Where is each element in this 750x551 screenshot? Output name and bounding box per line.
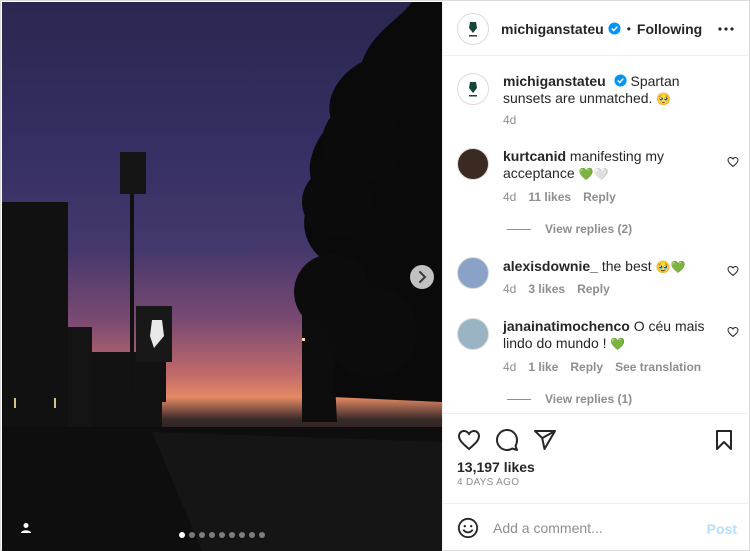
replies-divider [507, 228, 531, 230]
comment-meta: 4d 1 like Reply See translation [503, 360, 701, 374]
likes-count[interactable]: 13,197 likes [457, 459, 535, 475]
more-horizontal-icon[interactable] [717, 20, 735, 38]
comment-icon[interactable] [495, 428, 519, 452]
add-comment-bar: Post [443, 503, 750, 551]
comment-likes[interactable]: 3 likes [528, 282, 565, 296]
post-actions: 13,197 likes 4 DAYS AGO [443, 413, 750, 503]
see-translation-button[interactable]: See translation [615, 360, 701, 374]
comment-meta: 4d 3 likes Reply [503, 282, 610, 296]
carousel-dot [209, 532, 215, 538]
post-sidebar: michiganstateu • Following michiganstate… [442, 2, 750, 551]
comment-username[interactable]: alexisdownie_ [503, 258, 598, 274]
view-replies-label: View replies (2) [545, 222, 633, 236]
account-avatar[interactable] [457, 12, 489, 45]
spartan-logo-icon [469, 21, 477, 36]
caption-time: 4d [503, 113, 517, 127]
carousel-dot [199, 532, 205, 538]
post-modal: michiganstateu • Following michiganstate… [0, 0, 750, 551]
action-icons [457, 428, 557, 452]
comment-meta: 4d 11 likes Reply [503, 190, 616, 204]
emoji-icon[interactable] [457, 517, 479, 539]
heart-icon[interactable] [727, 265, 739, 277]
comment-emoji: 💚 [610, 337, 626, 351]
following-button[interactable]: Following [637, 21, 702, 37]
chevron-right-icon [419, 271, 427, 283]
comment-text: kurtcanid manifesting my acceptance 💚🤍 [503, 148, 723, 183]
reply-button[interactable]: Reply [583, 190, 616, 204]
comment-likes[interactable]: 1 like [528, 360, 558, 374]
heart-icon[interactable] [727, 326, 739, 338]
comment-time: 4d [503, 190, 517, 204]
share-icon[interactable] [533, 428, 557, 452]
reply-button[interactable]: Reply [577, 282, 610, 296]
next-slide-button[interactable] [410, 265, 434, 289]
carousel-dot [189, 532, 195, 538]
comment-body: the best [601, 258, 652, 274]
comment-username[interactable]: kurtcanid [503, 148, 566, 164]
caption-username[interactable]: michiganstateu [503, 73, 606, 89]
post-date: 4 DAYS AGO [457, 477, 520, 488]
comment-text: alexisdownie_ the best 🥹💚 [503, 258, 723, 276]
carousel-dot [179, 532, 185, 538]
verified-badge-icon [614, 74, 627, 87]
comment-time: 4d [503, 282, 517, 296]
caption-avatar[interactable] [457, 73, 489, 105]
comment-text: janainatimochenco O céu mais lindo do mu… [503, 318, 723, 353]
caption-emoji: 🥺 [656, 92, 672, 106]
spartan-logo-icon [469, 82, 477, 97]
post-media[interactable] [2, 2, 442, 551]
comments-list[interactable]: michiganstateu Spartan sunsets are unmat… [443, 57, 750, 412]
commenter-avatar[interactable] [457, 257, 489, 289]
heart-icon[interactable] [727, 156, 739, 168]
header-separator: • [626, 21, 631, 36]
commenter-avatar[interactable] [457, 318, 489, 350]
carousel-dot [259, 532, 265, 538]
sunset-photo [2, 2, 442, 551]
commenter-avatar[interactable] [457, 148, 489, 180]
heart-icon[interactable] [457, 428, 481, 452]
carousel-indicator [2, 532, 442, 538]
carousel-dot [219, 532, 225, 538]
view-replies-button[interactable]: View replies (2) [507, 222, 632, 236]
carousel-dot [249, 532, 255, 538]
account-username[interactable]: michiganstateu [501, 21, 604, 37]
view-replies-label: View replies (1) [545, 392, 633, 406]
comment-username[interactable]: janainatimochenco [503, 318, 630, 334]
comment-likes[interactable]: 11 likes [528, 190, 571, 204]
comment-time: 4d [503, 360, 517, 374]
replies-divider [507, 398, 531, 400]
view-replies-button[interactable]: View replies (1) [507, 392, 632, 406]
reply-button[interactable]: Reply [570, 360, 603, 374]
post-button[interactable]: Post [707, 521, 737, 537]
comment-input[interactable] [493, 519, 693, 536]
carousel-dot [239, 532, 245, 538]
caption-text: michiganstateu Spartan sunsets are unmat… [503, 73, 723, 108]
carousel-dot [229, 532, 235, 538]
post-header: michiganstateu • Following [443, 2, 750, 56]
verified-badge-icon [608, 22, 621, 35]
bookmark-icon[interactable] [713, 428, 735, 452]
comment-emoji: 💚🤍 [578, 167, 609, 181]
comment-emoji: 🥹💚 [655, 260, 686, 274]
